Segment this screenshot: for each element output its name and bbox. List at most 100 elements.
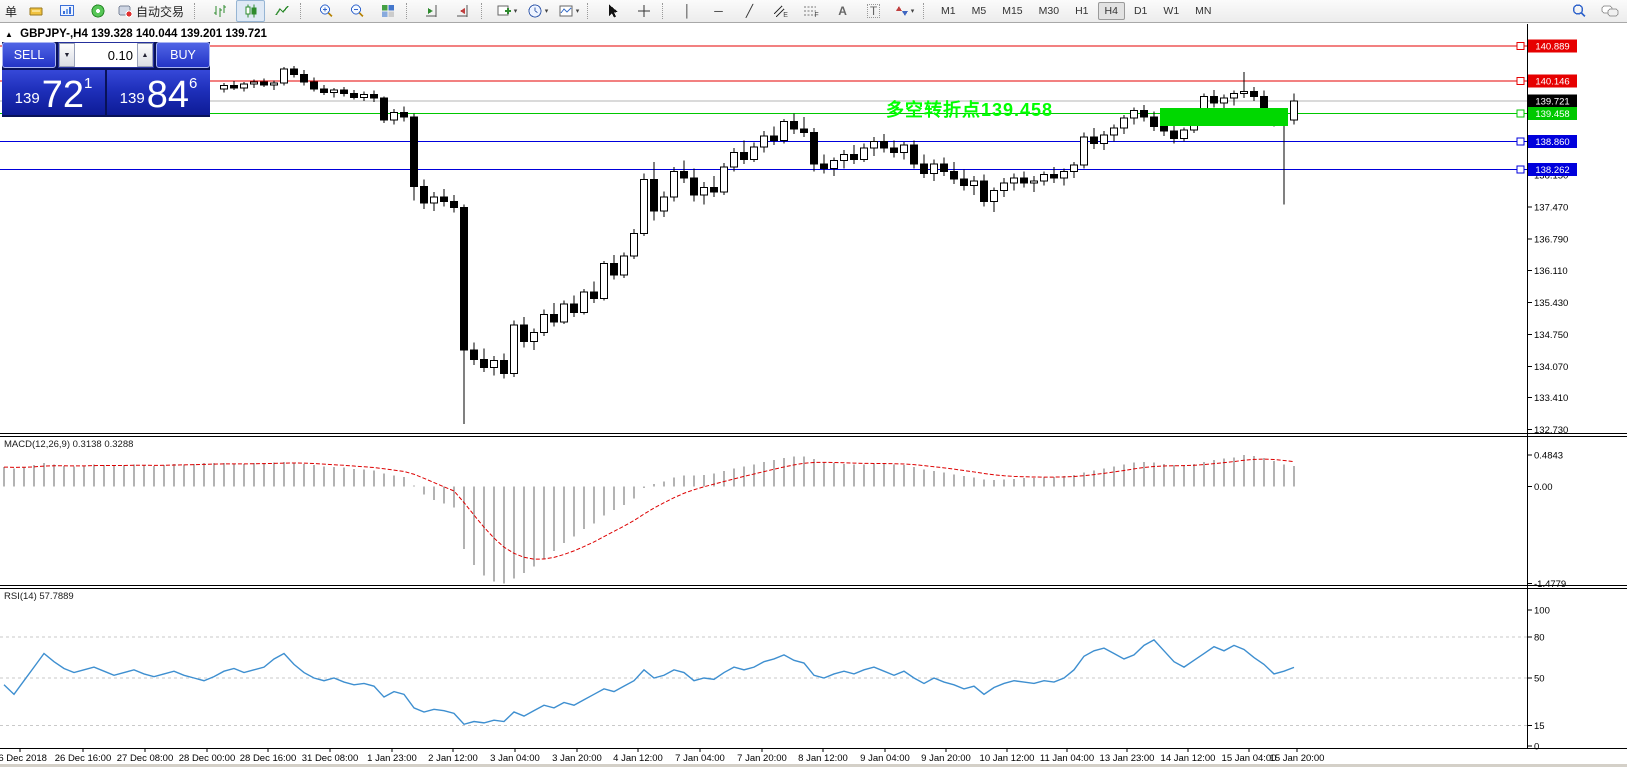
svg-text:0.00: 0.00 <box>1534 482 1553 493</box>
clock-icon <box>527 3 543 19</box>
bar-chart-button[interactable] <box>205 0 234 22</box>
svg-text:134.070: 134.070 <box>1534 362 1568 373</box>
candlestick-chart-button[interactable] <box>236 0 265 22</box>
macd-layer <box>4 455 1294 583</box>
toolbar-grip <box>587 3 592 19</box>
zoom-in-icon <box>318 3 334 19</box>
channel-tool-button[interactable]: E <box>766 0 795 22</box>
svg-text:28 Dec 00:00: 28 Dec 00:00 <box>179 753 236 764</box>
tf-button-h1[interactable]: H1 <box>1068 2 1095 20</box>
new-order-button[interactable]: 单 <box>5 3 17 20</box>
svg-text:134.750: 134.750 <box>1534 330 1568 341</box>
support-zone-box <box>1160 108 1288 126</box>
symbol-ohlc-line: ▲ GBPJPY-,H4 139.328 140.044 139.201 139… <box>5 28 267 40</box>
tile-windows-button[interactable] <box>373 0 402 22</box>
tf-button-h4[interactable]: H4 <box>1098 2 1125 20</box>
svg-text:0: 0 <box>1534 742 1539 753</box>
cursor-icon <box>605 3 621 19</box>
toolbar-grip <box>923 3 928 19</box>
template-icon <box>558 3 574 19</box>
svg-text:26 Dec 2018: 26 Dec 2018 <box>0 753 47 764</box>
fibonacci-tool-button[interactable]: F <box>797 0 826 22</box>
dropdown-caret-icon: ▾ <box>911 7 915 15</box>
svg-text:133.410: 133.410 <box>1534 393 1568 404</box>
text-tool-button[interactable]: A <box>828 0 857 22</box>
lot-size-input[interactable] <box>75 43 137 67</box>
lot-size-group: ▼ ▲ <box>58 42 154 68</box>
expand-triangle-icon[interactable]: ▲ <box>5 30 13 39</box>
svg-text:-1.4779: -1.4779 <box>1534 579 1566 590</box>
line-chart-button[interactable] <box>267 0 296 22</box>
tf-button-w1[interactable]: W1 <box>1156 2 1186 20</box>
autotrading-button[interactable]: 自动交易 <box>114 0 190 22</box>
crosshair-tool-button[interactable] <box>629 0 658 22</box>
text-label-icon: T <box>867 4 880 18</box>
text-label-tool-button[interactable]: T <box>859 0 888 22</box>
tf-button-mn[interactable]: MN <box>1188 2 1218 20</box>
sell-price-display[interactable]: 139 72 1 <box>2 70 105 115</box>
svg-text:4 Jan 12:00: 4 Jan 12:00 <box>613 753 663 764</box>
horizontal-line-tool-button[interactable]: ─ <box>704 0 733 22</box>
svg-text:10 Jan 12:00: 10 Jan 12:00 <box>980 753 1035 764</box>
trendline-tool-button[interactable]: ╱ <box>735 0 764 22</box>
svg-text:26 Dec 16:00: 26 Dec 16:00 <box>55 753 112 764</box>
autotrading-icon <box>117 3 133 19</box>
toolbar-grip <box>406 3 411 19</box>
tf-button-m30[interactable]: M30 <box>1032 2 1066 20</box>
signals-icon-button[interactable] <box>83 0 112 22</box>
text-tool-icon: A <box>838 5 847 17</box>
svg-text:50: 50 <box>1534 674 1545 685</box>
mt4-window: 单 自动交易 <box>0 0 1627 767</box>
zoom-in-button[interactable] <box>311 0 340 22</box>
macd-indicator-label: MACD(12,26,9) 0.3138 0.3288 <box>4 439 133 450</box>
periods-button[interactable]: ▾ <box>523 0 552 22</box>
svg-text:80: 80 <box>1534 633 1545 644</box>
auto-scroll-icon <box>455 3 471 19</box>
search-icon <box>1571 3 1587 19</box>
buy-button[interactable]: BUY <box>156 42 210 68</box>
tf-button-m15[interactable]: M15 <box>995 2 1029 20</box>
zoom-out-button[interactable] <box>342 0 371 22</box>
tf-button-m1[interactable]: M1 <box>934 2 963 20</box>
toolbar-grip <box>300 3 305 19</box>
svg-text:139.721: 139.721 <box>1535 97 1569 108</box>
svg-text:136.790: 136.790 <box>1534 234 1568 245</box>
chart-text-annotation[interactable]: 多空转折点139.458 <box>886 96 1053 122</box>
svg-text:137.470: 137.470 <box>1534 202 1568 213</box>
autotrading-label: 自动交易 <box>136 3 184 20</box>
auto-scroll-button[interactable] <box>448 0 477 22</box>
toolbar-grip <box>662 3 667 19</box>
svg-text:3 Jan 04:00: 3 Jan 04:00 <box>490 753 540 764</box>
lot-increase-button[interactable]: ▲ <box>137 43 153 67</box>
arrows-tool-button[interactable]: ▾ <box>890 0 919 22</box>
svg-text:15 Jan 20:00: 15 Jan 20:00 <box>1270 753 1325 764</box>
symbol-ohlc-values: 139.328 140.044 139.201 139.721 <box>91 28 267 40</box>
templates-button[interactable]: ▾ <box>554 0 583 22</box>
dropdown-caret-icon: ▾ <box>576 7 580 15</box>
svg-text:100: 100 <box>1534 606 1550 617</box>
chart-shift-button[interactable] <box>417 0 446 22</box>
svg-text:28 Dec 16:00: 28 Dec 16:00 <box>240 753 297 764</box>
orders-icon-button[interactable] <box>21 0 50 22</box>
tf-button-m5[interactable]: M5 <box>965 2 994 20</box>
comments-button[interactable] <box>1595 0 1624 22</box>
time-axis-labels: 26 Dec 201826 Dec 16:0027 Dec 08:0028 De… <box>0 748 1324 764</box>
sell-button[interactable]: SELL <box>2 42 56 68</box>
vertical-line-tool-button[interactable]: │ <box>673 0 702 22</box>
one-click-trading-panel: SELL ▼ ▲ BUY 139 72 1 139 84 6 <box>2 42 210 117</box>
buy-price-display[interactable]: 139 84 6 <box>107 70 210 115</box>
tf-button-d1[interactable]: D1 <box>1127 2 1154 20</box>
cursor-tool-button[interactable] <box>598 0 627 22</box>
new-chart-button[interactable]: ▾ <box>492 0 521 22</box>
chart-canvas[interactable]: 138.150137.470136.790136.110135.430134.7… <box>0 0 1627 767</box>
channel-sub-label: E <box>783 12 788 19</box>
search-button[interactable] <box>1564 0 1593 22</box>
svg-text:9 Jan 20:00: 9 Jan 20:00 <box>921 753 971 764</box>
vertical-line-icon: │ <box>684 5 692 17</box>
toolbar: 单 自动交易 <box>0 0 1627 23</box>
terminal-icon-button[interactable] <box>52 0 81 22</box>
zoom-out-icon <box>349 3 365 19</box>
lot-decrease-button[interactable]: ▼ <box>59 43 75 67</box>
buy-price-base: 139 <box>120 90 145 107</box>
svg-text:31 Dec 08:00: 31 Dec 08:00 <box>302 753 359 764</box>
